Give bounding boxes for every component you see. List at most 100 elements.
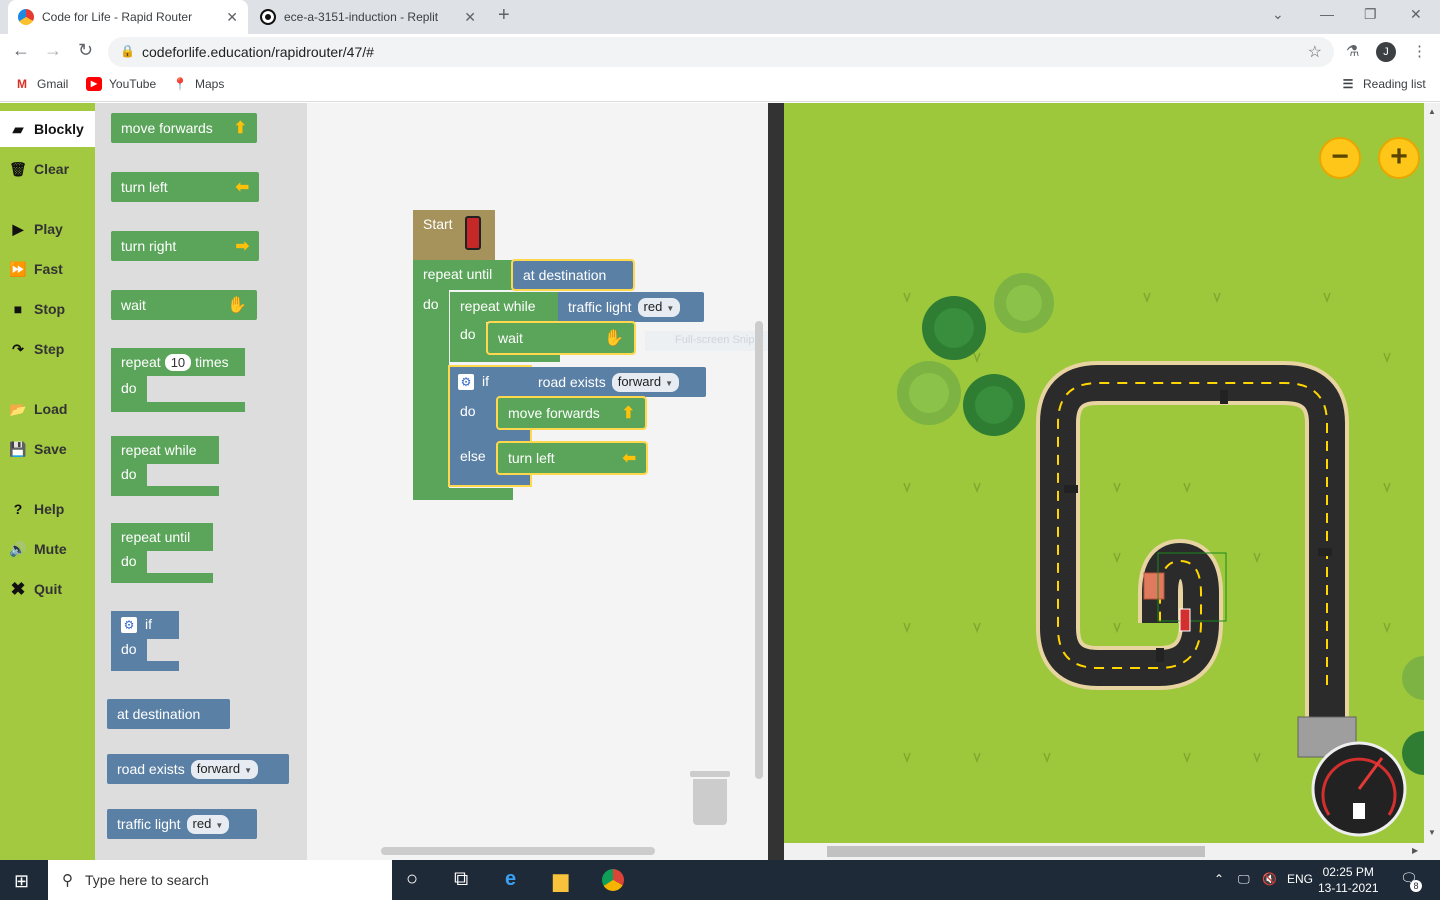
bookmark-gmail[interactable]: M Gmail [14, 77, 68, 91]
taskbar-search-box[interactable]: ⚲ Type here to search [48, 860, 392, 900]
url-omnibox[interactable]: 🔒 codeforlife.education/rapidrouter/47/#… [108, 37, 1334, 67]
file-explorer-icon[interactable]: ▆ [553, 868, 568, 893]
turn-left-block[interactable]: turn left ⬅ [496, 441, 648, 475]
dropdown-arrow-icon: ▼ [244, 765, 252, 775]
network-icon[interactable]: 🖵 [1238, 872, 1250, 887]
youtube-icon: ▶ [86, 77, 102, 91]
edge-browser-icon[interactable]: e [505, 868, 516, 891]
toolbox-at-destination-block[interactable]: at destination [107, 699, 230, 729]
repeat-count-field[interactable]: 10 [164, 354, 192, 371]
destination-house-icon [1143, 572, 1165, 600]
road-exists-dropdown[interactable]: forward ▼ [611, 372, 679, 392]
toolbox-turn-right-block[interactable]: turn right ➡ [111, 231, 259, 261]
scroll-down-arrow-icon[interactable]: ▼ [1428, 828, 1436, 837]
workspace-vertical-scrollbar[interactable] [755, 321, 763, 779]
map-horizontal-scrollbar[interactable]: ▶ [784, 843, 1424, 860]
bookmark-maps[interactable]: 📍 Maps [172, 77, 225, 91]
bookmark-star-icon[interactable]: ☆ [1308, 42, 1322, 62]
block-label: if [145, 616, 152, 632]
menu-blockly[interactable]: ▰ Blockly [0, 111, 95, 147]
start-block[interactable]: Start [413, 210, 495, 260]
traffic-light-icon [1156, 648, 1164, 662]
menu-label: Stop [34, 301, 66, 317]
scroll-up-arrow-icon[interactable]: ▲ [1428, 107, 1436, 116]
chrome-icon[interactable] [602, 869, 624, 891]
trash-can-icon[interactable] [690, 771, 730, 825]
turn-right-arrow-icon: ➡ [235, 238, 249, 255]
map-vertical-scrollbar[interactable]: ▲ ▼ [1424, 103, 1440, 860]
menu-load[interactable]: 📂 Load [0, 391, 95, 427]
tab-rapid-router[interactable]: Code for Life - Rapid Router ✕ [8, 0, 248, 34]
map-hscroll-thumb[interactable] [827, 846, 1205, 857]
traffic-light-dropdown[interactable]: red ▼ [637, 297, 681, 317]
toolbox-road-exists-block[interactable]: road exists forward ▼ [107, 754, 289, 784]
at-destination-condition[interactable]: at destination [511, 259, 635, 291]
panel-divider[interactable] [768, 103, 784, 860]
toolbox-turn-left-block[interactable]: turn left ⬅ [111, 172, 259, 202]
menu-kebab-icon[interactable]: ⋮ [1412, 42, 1427, 60]
stop-icon: ■ [13, 301, 23, 317]
zoom-out-button[interactable]: − [1319, 137, 1361, 179]
toolbox-move-forwards-block[interactable]: move forwards ⬆ [111, 113, 257, 143]
extension-flask-icon[interactable]: ⚗ [1346, 42, 1359, 60]
toolbox-repeat-while-block[interactable]: repeat while do [111, 436, 219, 496]
close-tab-icon[interactable]: ✕ [226, 9, 238, 26]
zoom-in-button[interactable]: + [1378, 137, 1420, 179]
cortana-circle-icon[interactable]: ○ [406, 868, 418, 891]
restore-icon[interactable]: ❐ [1364, 6, 1377, 23]
toolbox-if-block[interactable]: ⚙ if do [111, 611, 179, 671]
road-exists-condition[interactable]: road exists forward ▼ [528, 367, 706, 397]
fast-forward-icon: ⏩ [9, 260, 27, 277]
toolbox-repeat-until-block[interactable]: repeat until do [111, 523, 213, 583]
close-tab-icon[interactable]: ✕ [464, 9, 476, 26]
forward-arrow-icon[interactable]: → [44, 40, 62, 61]
volume-muted-icon[interactable]: 🔇 [1262, 872, 1277, 886]
traffic-light-dropdown[interactable]: red ▼ [186, 814, 230, 834]
new-tab-icon[interactable]: + [498, 4, 510, 27]
menu-clear[interactable]: 🗑 Clear [0, 151, 95, 187]
minimize-icon[interactable]: — [1320, 6, 1334, 22]
menu-mute[interactable]: 🔊 Mute [0, 531, 95, 567]
workspace-horizontal-scrollbar[interactable] [381, 847, 655, 855]
road-exists-dropdown[interactable]: forward ▼ [190, 759, 258, 779]
menu-help[interactable]: ? Help [0, 491, 95, 527]
toolbox-traffic-light-block[interactable]: traffic light red ▼ [107, 809, 257, 839]
reload-icon[interactable]: ↻ [78, 40, 93, 61]
windows-start-icon[interactable]: ⊞ [14, 871, 29, 892]
dropdown-value: red [192, 815, 212, 831]
menu-play[interactable]: ▶ Play [0, 211, 95, 247]
menu-fast[interactable]: ⏩ Fast [0, 251, 95, 287]
tray-chevron-up-icon[interactable]: ⌃ [1214, 872, 1224, 886]
gear-icon[interactable]: ⚙ [458, 374, 474, 390]
task-view-icon[interactable]: ⧉ [454, 868, 468, 891]
toolbox-repeat-times-block[interactable]: repeat 10 times do [111, 348, 245, 412]
play-icon: ▶ [12, 220, 24, 237]
tab-search-chevron-icon[interactable]: ⌄ [1272, 6, 1284, 23]
menu-step[interactable]: ↷ Step [0, 331, 95, 367]
menu-save[interactable]: 💾 Save [0, 431, 95, 467]
back-arrow-icon[interactable]: ← [12, 40, 30, 61]
scroll-right-arrow-icon[interactable]: ▶ [1412, 846, 1418, 855]
block-label: at destination [523, 267, 607, 283]
gear-icon[interactable]: ⚙ [121, 617, 137, 633]
taskbar-clock[interactable]: 02:25 PM 13-11-2021 [1318, 864, 1379, 896]
traffic-light-condition[interactable]: traffic light red ▼ [558, 292, 704, 322]
menu-label: Save [34, 441, 67, 457]
language-indicator[interactable]: ENG [1287, 872, 1313, 886]
menu-label: Play [34, 221, 63, 237]
menu-stop[interactable]: ■ Stop [0, 291, 95, 327]
tab-replit[interactable]: ece-a-3151-induction - Replit ✕ [250, 0, 486, 34]
menu-quit[interactable]: ✖ Quit [0, 571, 95, 607]
blockly-workspace[interactable]: Start repeat until do at destination rep… [307, 103, 768, 860]
profile-avatar[interactable]: J [1376, 42, 1396, 62]
toolbox-wait-block[interactable]: wait ✋ [111, 290, 257, 320]
bookmark-youtube[interactable]: ▶ YouTube [86, 77, 156, 91]
traffic-light-icon [1064, 485, 1078, 493]
move-forwards-block[interactable]: move forwards ⬆ [496, 396, 647, 430]
wait-block[interactable]: wait ✋ [486, 321, 636, 355]
reading-list-button[interactable]: ☰ Reading list [1340, 77, 1426, 91]
game-map: − + [784, 103, 1424, 843]
close-window-icon[interactable]: ✕ [1410, 6, 1422, 23]
block-label: do [121, 380, 137, 396]
url-text: codeforlife.education/rapidrouter/47/# [142, 44, 374, 60]
